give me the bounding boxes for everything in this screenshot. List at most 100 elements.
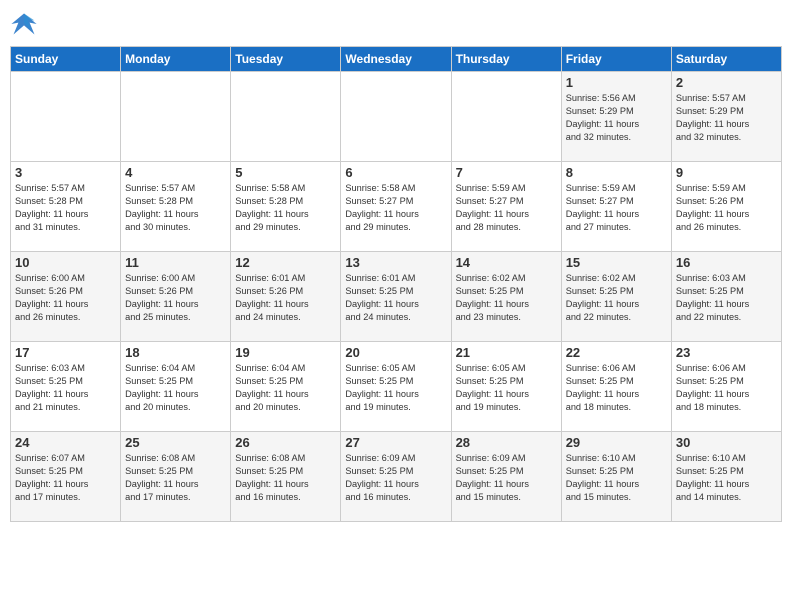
calendar-cell: 23 Sunrise: 6:06 AM Sunset: 5:25 PM Dayli… [671, 342, 781, 432]
day-info: Sunrise: 6:08 AM Sunset: 5:25 PM Dayligh… [125, 452, 226, 504]
day-number: 12 [235, 255, 336, 270]
day-number: 11 [125, 255, 226, 270]
calendar-cell: 17 Sunrise: 6:03 AM Sunset: 5:25 PM Dayli… [11, 342, 121, 432]
header-monday: Monday [121, 47, 231, 72]
day-info: Sunrise: 6:09 AM Sunset: 5:25 PM Dayligh… [345, 452, 446, 504]
calendar-cell: 4Sunrise: 5:57 AM Sunset: 5:28 PM Daylig… [121, 162, 231, 252]
calendar-week-row: 24 Sunrise: 6:07 AM Sunset: 5:25 PM Dayli… [11, 432, 782, 522]
day-info: Sunrise: 6:05 AM Sunset: 5:25 PM Dayligh… [345, 362, 446, 414]
calendar-cell: 10Sunrise: 6:00 AM Sunset: 5:26 PM Dayli… [11, 252, 121, 342]
day-number: 17 [15, 345, 116, 360]
day-number: 27 [345, 435, 446, 450]
calendar-header-row: SundayMondayTuesdayWednesdayThursdayFrid… [11, 47, 782, 72]
day-info: Sunrise: 6:01 AM Sunset: 5:25 PM Dayligh… [345, 272, 446, 324]
logo-bird-icon [10, 10, 38, 38]
day-info: Sunrise: 6:03 AM Sunset: 5:25 PM Dayligh… [676, 272, 777, 324]
calendar-cell: 24 Sunrise: 6:07 AM Sunset: 5:25 PM Dayli… [11, 432, 121, 522]
calendar-cell [341, 72, 451, 162]
header-wednesday: Wednesday [341, 47, 451, 72]
day-info: Sunrise: 5:59 AM Sunset: 5:27 PM Dayligh… [456, 182, 557, 234]
calendar-week-row: 17 Sunrise: 6:03 AM Sunset: 5:25 PM Dayli… [11, 342, 782, 432]
calendar-table: SundayMondayTuesdayWednesdayThursdayFrid… [10, 46, 782, 522]
day-number: 4 [125, 165, 226, 180]
day-number: 14 [456, 255, 557, 270]
day-number: 3 [15, 165, 116, 180]
day-number: 28 [456, 435, 557, 450]
day-info: Sunrise: 6:05 AM Sunset: 5:25 PM Dayligh… [456, 362, 557, 414]
day-info: Sunrise: 5:59 AM Sunset: 5:26 PM Dayligh… [676, 182, 777, 234]
day-number: 2 [676, 75, 777, 90]
day-number: 21 [456, 345, 557, 360]
calendar-cell: 21 Sunrise: 6:05 AM Sunset: 5:25 PM Dayli… [451, 342, 561, 432]
calendar-cell: 22Sunrise: 6:06 AM Sunset: 5:25 PM Dayli… [561, 342, 671, 432]
day-info: Sunrise: 5:57 AM Sunset: 5:29 PM Dayligh… [676, 92, 777, 144]
day-number: 30 [676, 435, 777, 450]
day-number: 23 [676, 345, 777, 360]
header-sunday: Sunday [11, 47, 121, 72]
calendar-cell: 5 Sunrise: 5:58 AM Sunset: 5:28 PM Daylig… [231, 162, 341, 252]
header-thursday: Thursday [451, 47, 561, 72]
calendar-cell: 1 Sunrise: 5:56 AM Sunset: 5:29 PM Daylig… [561, 72, 671, 162]
day-number: 8 [566, 165, 667, 180]
calendar-cell: 26 Sunrise: 6:08 AM Sunset: 5:25 PM Dayli… [231, 432, 341, 522]
day-info: Sunrise: 5:58 AM Sunset: 5:27 PM Dayligh… [345, 182, 446, 234]
calendar-cell: 19 Sunrise: 6:04 AM Sunset: 5:25 PM Dayli… [231, 342, 341, 432]
calendar-week-row: 10Sunrise: 6:00 AM Sunset: 5:26 PM Dayli… [11, 252, 782, 342]
calendar-cell: 3 Sunrise: 5:57 AM Sunset: 5:28 PM Daylig… [11, 162, 121, 252]
day-number: 26 [235, 435, 336, 450]
header-friday: Friday [561, 47, 671, 72]
day-number: 1 [566, 75, 667, 90]
calendar-cell: 16 Sunrise: 6:03 AM Sunset: 5:25 PM Dayli… [671, 252, 781, 342]
day-info: Sunrise: 6:02 AM Sunset: 5:25 PM Dayligh… [456, 272, 557, 324]
calendar-cell [121, 72, 231, 162]
day-number: 29 [566, 435, 667, 450]
day-info: Sunrise: 6:04 AM Sunset: 5:25 PM Dayligh… [235, 362, 336, 414]
day-number: 16 [676, 255, 777, 270]
calendar-cell [11, 72, 121, 162]
calendar-cell: 6 Sunrise: 5:58 AM Sunset: 5:27 PM Daylig… [341, 162, 451, 252]
day-info: Sunrise: 5:58 AM Sunset: 5:28 PM Dayligh… [235, 182, 336, 234]
day-number: 10 [15, 255, 116, 270]
calendar-cell: 27 Sunrise: 6:09 AM Sunset: 5:25 PM Dayli… [341, 432, 451, 522]
calendar-cell: 29 Sunrise: 6:10 AM Sunset: 5:25 PM Dayli… [561, 432, 671, 522]
page-header [10, 10, 782, 38]
day-number: 20 [345, 345, 446, 360]
day-number: 7 [456, 165, 557, 180]
day-number: 13 [345, 255, 446, 270]
calendar-cell [231, 72, 341, 162]
calendar-cell: 20 Sunrise: 6:05 AM Sunset: 5:25 PM Dayli… [341, 342, 451, 432]
day-number: 9 [676, 165, 777, 180]
calendar-cell: 11Sunrise: 6:00 AM Sunset: 5:26 PM Dayli… [121, 252, 231, 342]
calendar-cell: 18Sunrise: 6:04 AM Sunset: 5:25 PM Dayli… [121, 342, 231, 432]
day-info: Sunrise: 6:08 AM Sunset: 5:25 PM Dayligh… [235, 452, 336, 504]
calendar-cell: 13 Sunrise: 6:01 AM Sunset: 5:25 PM Dayli… [341, 252, 451, 342]
header-tuesday: Tuesday [231, 47, 341, 72]
day-info: Sunrise: 6:03 AM Sunset: 5:25 PM Dayligh… [15, 362, 116, 414]
day-info: Sunrise: 6:01 AM Sunset: 5:26 PM Dayligh… [235, 272, 336, 324]
calendar-cell: 28 Sunrise: 6:09 AM Sunset: 5:25 PM Dayli… [451, 432, 561, 522]
calendar-cell: 7 Sunrise: 5:59 AM Sunset: 5:27 PM Daylig… [451, 162, 561, 252]
day-info: Sunrise: 6:10 AM Sunset: 5:25 PM Dayligh… [676, 452, 777, 504]
calendar-cell: 15 Sunrise: 6:02 AM Sunset: 5:25 PM Dayli… [561, 252, 671, 342]
day-number: 6 [345, 165, 446, 180]
day-info: Sunrise: 5:57 AM Sunset: 5:28 PM Dayligh… [15, 182, 116, 234]
day-number: 19 [235, 345, 336, 360]
day-number: 22 [566, 345, 667, 360]
calendar-cell: 8 Sunrise: 5:59 AM Sunset: 5:27 PM Daylig… [561, 162, 671, 252]
day-info: Sunrise: 6:06 AM Sunset: 5:25 PM Dayligh… [676, 362, 777, 414]
day-number: 15 [566, 255, 667, 270]
day-info: Sunrise: 6:02 AM Sunset: 5:25 PM Dayligh… [566, 272, 667, 324]
logo [10, 10, 42, 38]
day-info: Sunrise: 6:07 AM Sunset: 5:25 PM Dayligh… [15, 452, 116, 504]
day-info: Sunrise: 6:09 AM Sunset: 5:25 PM Dayligh… [456, 452, 557, 504]
calendar-cell: 12 Sunrise: 6:01 AM Sunset: 5:26 PM Dayli… [231, 252, 341, 342]
day-info: Sunrise: 6:10 AM Sunset: 5:25 PM Dayligh… [566, 452, 667, 504]
calendar-week-row: 1 Sunrise: 5:56 AM Sunset: 5:29 PM Daylig… [11, 72, 782, 162]
day-info: Sunrise: 5:59 AM Sunset: 5:27 PM Dayligh… [566, 182, 667, 234]
day-number: 24 [15, 435, 116, 450]
calendar-cell: 25Sunrise: 6:08 AM Sunset: 5:25 PM Dayli… [121, 432, 231, 522]
day-info: Sunrise: 5:56 AM Sunset: 5:29 PM Dayligh… [566, 92, 667, 144]
calendar-cell: 2 Sunrise: 5:57 AM Sunset: 5:29 PM Daylig… [671, 72, 781, 162]
day-number: 5 [235, 165, 336, 180]
header-saturday: Saturday [671, 47, 781, 72]
